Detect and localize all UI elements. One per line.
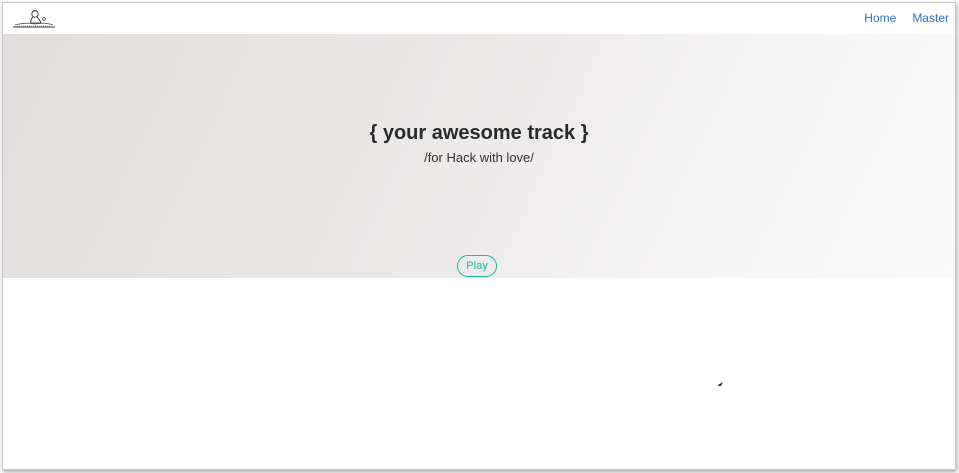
hero-subtitle: /for Hack with love/ (424, 150, 534, 165)
dj-logo-icon[interactable] (11, 8, 57, 30)
hero-section: { your awesome track } /for Hack with lo… (3, 34, 955, 278)
nav-link-home[interactable]: Home (864, 11, 896, 25)
mouse-pointer-icon (717, 375, 725, 387)
nav-link-master[interactable]: Master (912, 11, 949, 25)
nav-links: Home Master (864, 11, 949, 25)
browser-viewport: Home Master { your awesome track } /for … (2, 2, 956, 470)
hero-title: { your awesome track } (369, 122, 589, 144)
play-button[interactable]: Play (457, 255, 497, 277)
navbar: Home Master (3, 3, 955, 34)
